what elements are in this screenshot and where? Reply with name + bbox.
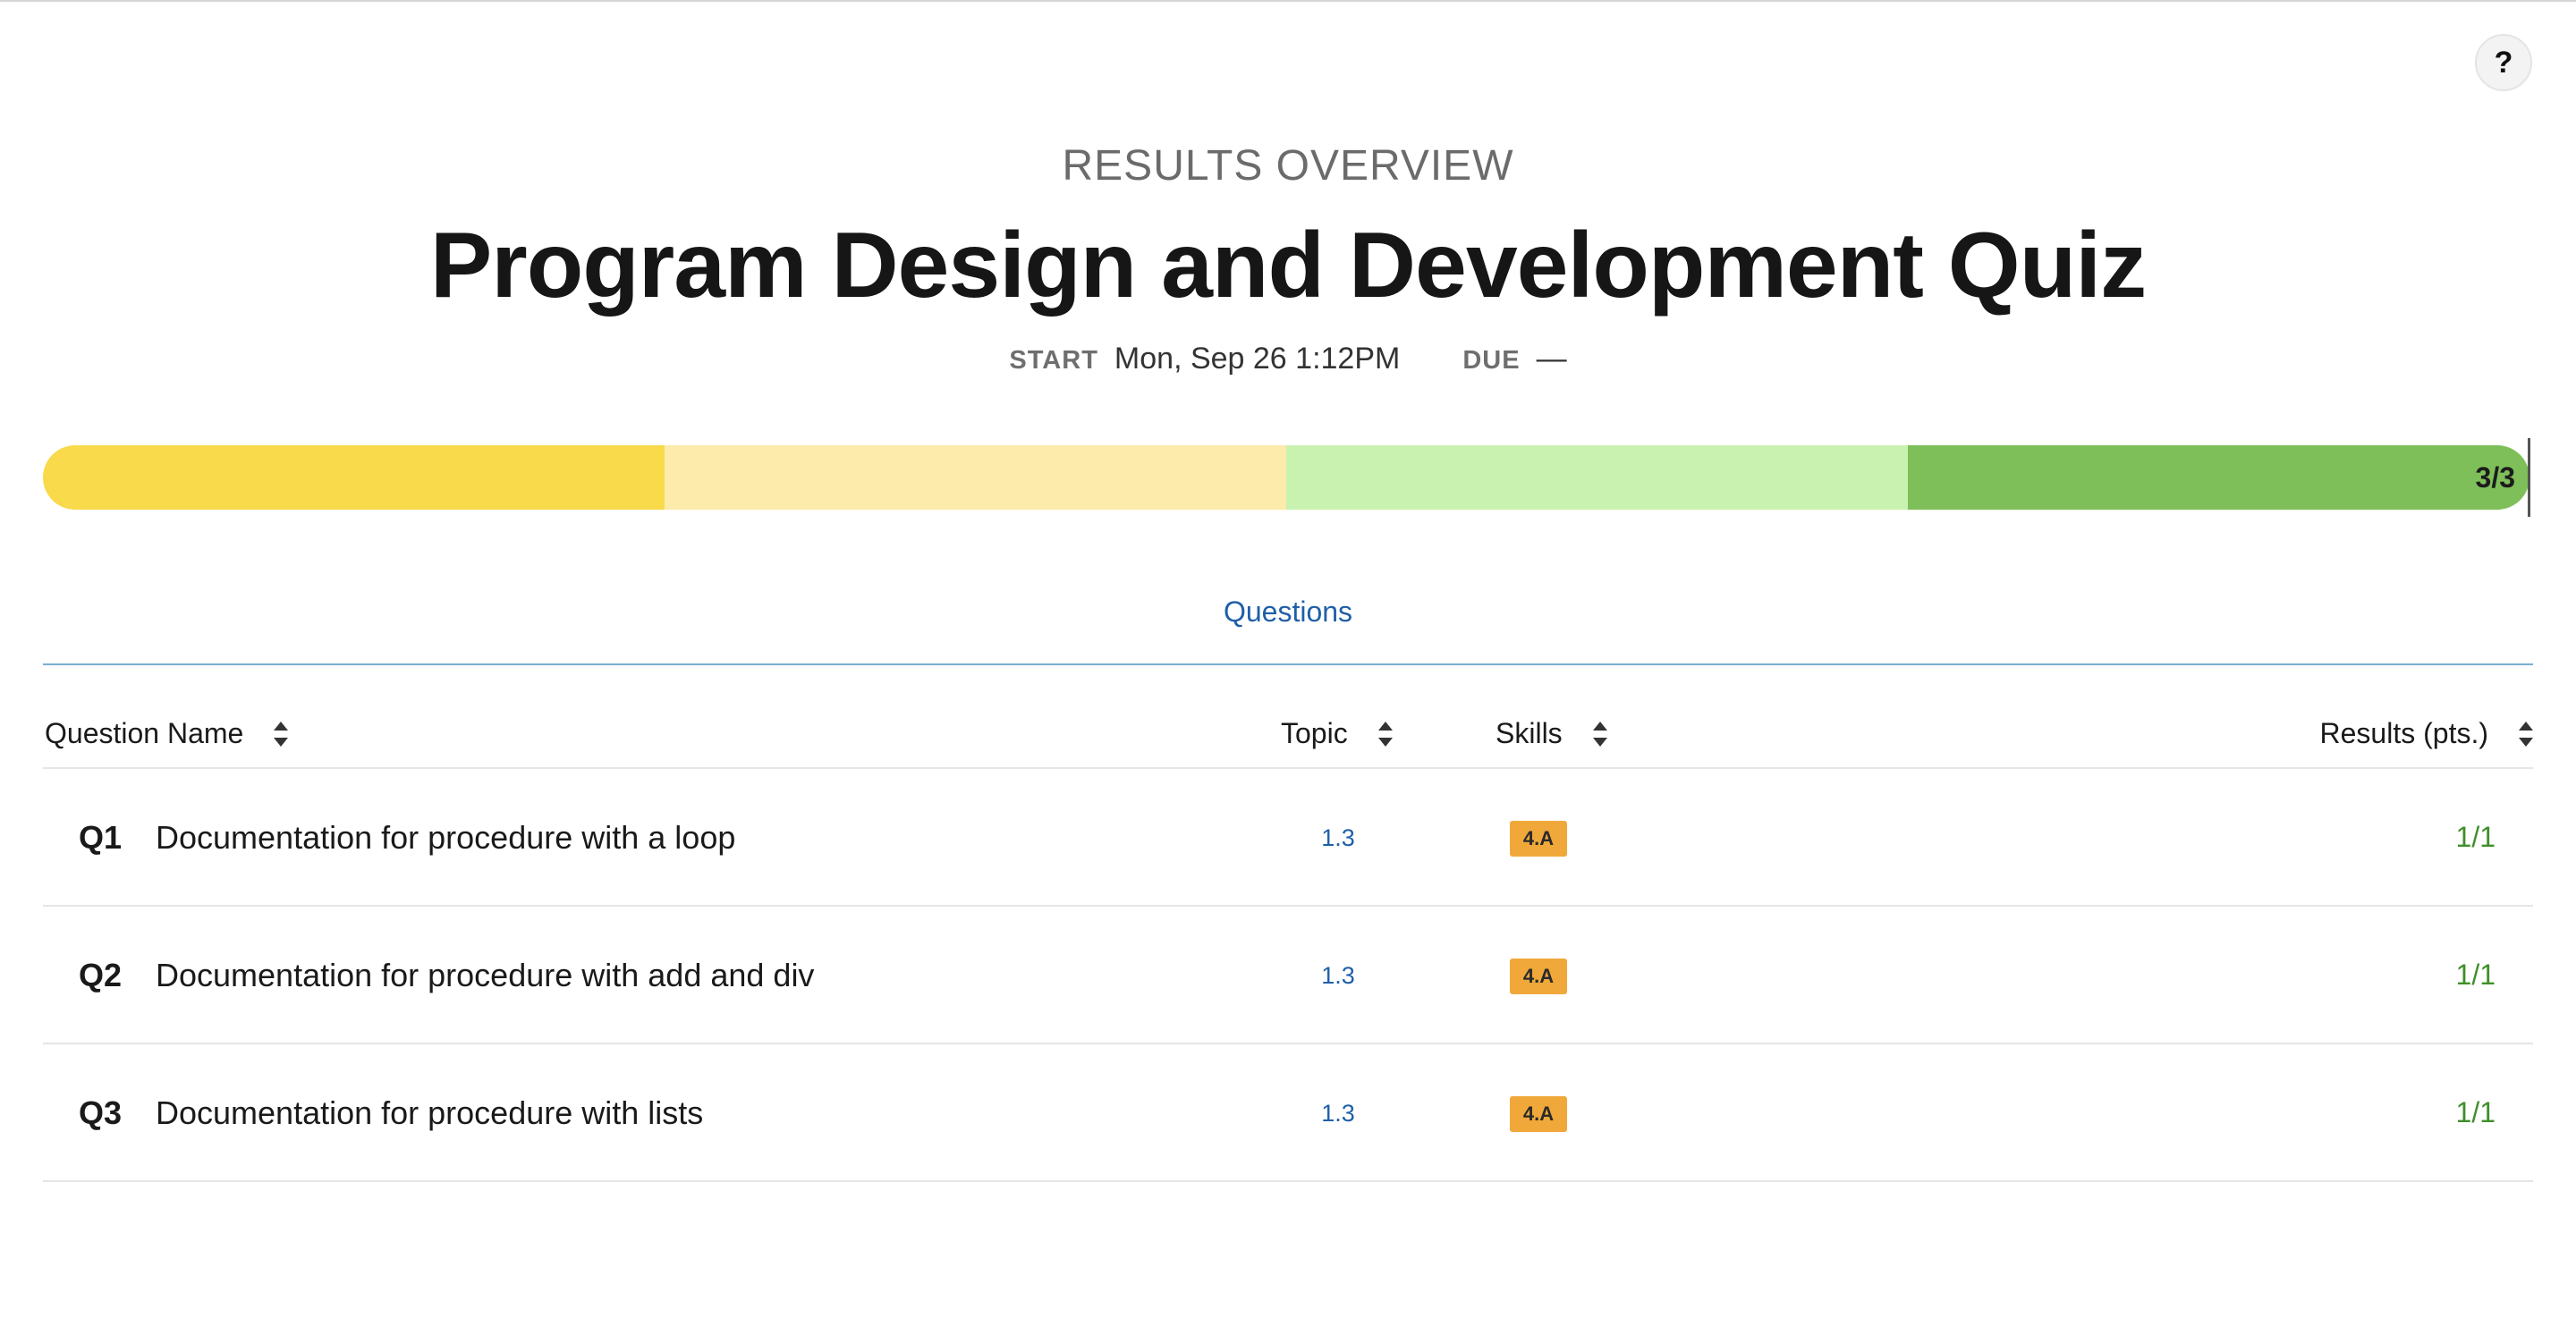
progress-segment-3 xyxy=(1286,445,1908,510)
start-date: Mon, Sep 26 1:12PM xyxy=(1114,342,1401,376)
question-number: Q1 xyxy=(79,819,123,856)
skill-badge: 4.A xyxy=(1510,821,1567,857)
progress-segment-1 xyxy=(43,445,665,510)
column-skills[interactable]: Skills xyxy=(1496,717,1607,750)
sort-icon[interactable] xyxy=(2519,721,2533,748)
skill-badge: 4.A xyxy=(1510,959,1567,994)
table-row[interactable]: Q1 Documentation for procedure with a lo… xyxy=(43,769,2533,907)
start-label: START xyxy=(1009,346,1098,375)
question-name-link[interactable]: Documentation for procedure with add and… xyxy=(156,957,814,994)
quiz-dates: START Mon, Sep 26 1:12PM DUE — xyxy=(0,342,2576,376)
column-label: Question Name xyxy=(45,717,244,749)
due-date: — xyxy=(1536,342,1567,376)
sort-icon[interactable] xyxy=(1377,721,1393,748)
progress-end-marker xyxy=(2528,438,2530,517)
page-overline: RESULTS OVERVIEW xyxy=(1062,142,1514,190)
results-overview-page: ? RESULTS OVERVIEW Program Design and De… xyxy=(0,0,2576,1343)
skill-badge: 4.A xyxy=(1510,1096,1567,1132)
sort-icon[interactable] xyxy=(1592,721,1607,748)
question-name-link[interactable]: Documentation for procedure with a loop xyxy=(156,819,735,857)
progress-segment-2 xyxy=(665,445,1286,510)
result-points: 1/1 xyxy=(2455,821,2496,853)
topic-link[interactable]: 1.3 xyxy=(1302,824,1374,852)
top-divider xyxy=(0,0,2576,2)
column-label: Skills xyxy=(1496,717,1563,749)
column-topic[interactable]: Topic xyxy=(1281,717,1393,750)
sort-icon[interactable] xyxy=(274,721,289,748)
question-number: Q2 xyxy=(79,957,123,993)
column-label: Results (pts.) xyxy=(2319,717,2488,749)
questions-table: Question Name Topic Skills Results (pts.… xyxy=(43,705,2533,1182)
topic-link[interactable]: 1.3 xyxy=(1302,1100,1374,1128)
question-number: Q3 xyxy=(79,1094,123,1131)
result-points: 1/1 xyxy=(2455,959,2496,991)
topic-link[interactable]: 1.3 xyxy=(1302,962,1374,990)
table-row[interactable]: Q2 Documentation for procedure with add … xyxy=(43,907,2533,1044)
table-row[interactable]: Q3 Documentation for procedure with list… xyxy=(43,1044,2533,1182)
tab-questions[interactable]: Questions xyxy=(1224,595,1352,629)
tab-bar: Questions xyxy=(43,572,2533,665)
column-label: Topic xyxy=(1281,717,1348,749)
progress-segment-4 xyxy=(1908,445,2529,510)
score-label: 3/3 xyxy=(2475,461,2515,494)
help-button[interactable]: ? xyxy=(2475,34,2532,91)
due-label: DUE xyxy=(1462,346,1521,375)
question-name-link[interactable]: Documentation for procedure with lists xyxy=(156,1094,703,1132)
table-header: Question Name Topic Skills Results (pts.… xyxy=(43,705,2533,769)
result-points: 1/1 xyxy=(2455,1096,2496,1128)
question-mark-icon: ? xyxy=(2494,45,2513,80)
column-question-name[interactable]: Question Name xyxy=(45,717,289,750)
column-results[interactable]: Results (pts.) xyxy=(2320,717,2533,750)
page-title: Program Design and Development Quiz xyxy=(429,214,2147,317)
score-progress-bar: 3/3 xyxy=(43,445,2529,510)
